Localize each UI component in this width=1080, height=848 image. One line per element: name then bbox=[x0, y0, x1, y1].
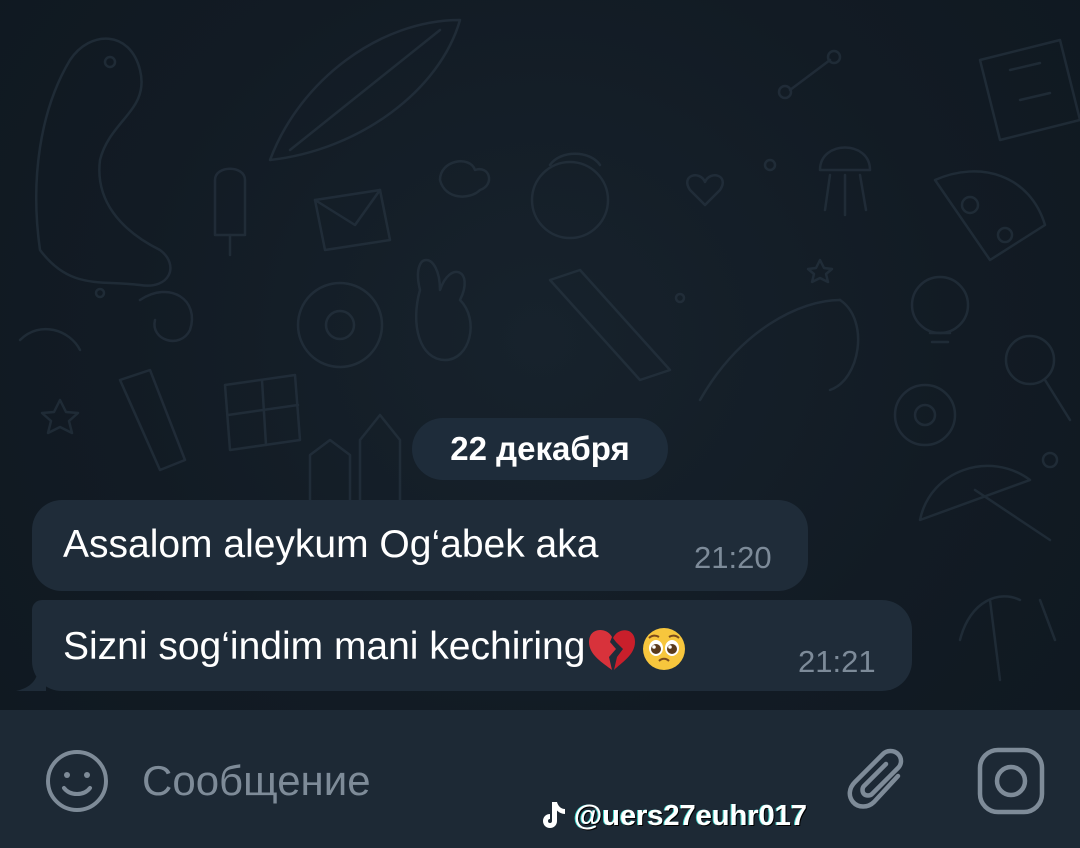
tiktok-watermark: @uers27euhr017 bbox=[540, 796, 807, 836]
incoming-message[interactable]: Assalom aleykum Og‘abek aka 21:20 bbox=[32, 500, 808, 591]
tiktok-logo-icon bbox=[543, 802, 565, 828]
watermark-text: @uers27euhr017 bbox=[574, 799, 808, 832]
message-text: Assalom aleykum Og‘abek aka bbox=[63, 523, 599, 566]
bubble-tail bbox=[16, 668, 46, 691]
camera-icon[interactable] bbox=[976, 746, 1046, 816]
message-time: 21:21 bbox=[798, 644, 876, 679]
broken-heart-emoji-icon bbox=[589, 629, 636, 670]
smile-icon[interactable] bbox=[44, 748, 110, 814]
paperclip-icon[interactable] bbox=[846, 746, 912, 818]
message-text-line: Sizni sog‘indim mani kechiring bbox=[63, 625, 687, 672]
date-separator: 22 декабря bbox=[412, 418, 668, 480]
message-time: 21:20 bbox=[694, 540, 772, 575]
pleading-face-emoji-icon bbox=[643, 627, 686, 670]
message-text: Sizni sog‘indim mani kechiring bbox=[63, 625, 586, 668]
chat-screen: 22 декабря Assalom aleykum Og‘abek aka 2… bbox=[0, 0, 1080, 848]
incoming-message[interactable]: Sizni sog‘indim mani kechiring 21:21 bbox=[32, 600, 912, 691]
